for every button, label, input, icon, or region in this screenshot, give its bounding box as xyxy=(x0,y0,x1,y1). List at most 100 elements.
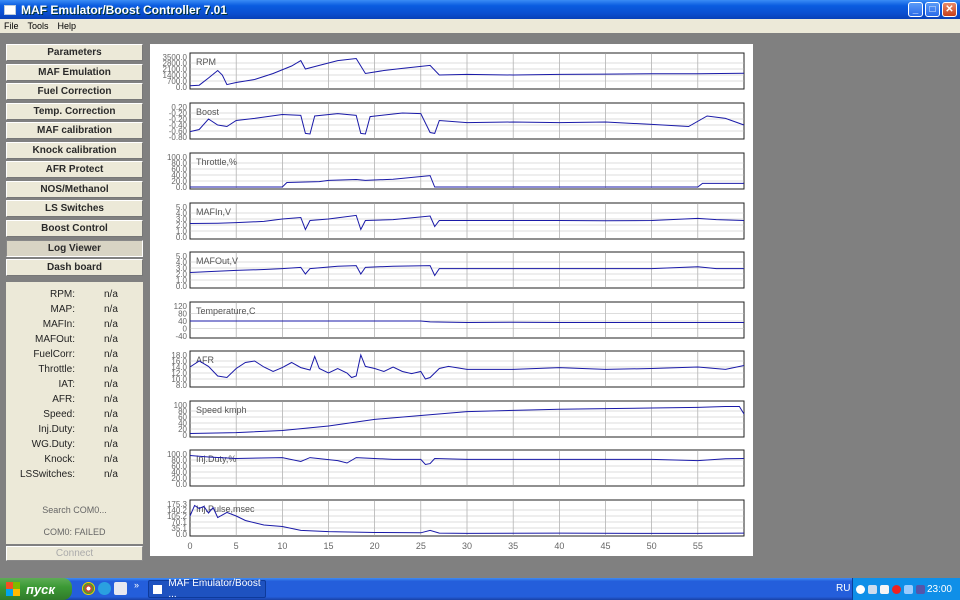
minimize-button[interactable]: _ xyxy=(908,2,923,17)
connect-button[interactable]: Connect xyxy=(6,546,143,561)
status-value: n/a xyxy=(104,289,118,300)
status-row: IAT: n/a xyxy=(6,379,143,393)
x-tick-label: 35 xyxy=(508,541,518,551)
telegram-icon[interactable] xyxy=(98,582,111,595)
status-row: MAFIn: n/a xyxy=(6,319,143,333)
status-value: n/a xyxy=(104,454,118,465)
nav-nos-methanol-button[interactable]: NOS/Methanol xyxy=(6,181,143,198)
status-panel: RPM: n/a MAP: n/a MAFIn: n/a MAFOut: n/a Fue… xyxy=(6,282,143,544)
x-tick-label: 20 xyxy=(370,541,380,551)
y-tick-label: 0.0 xyxy=(176,83,188,92)
log-plot-0: 3500.02800.02100.01400.0700.00.0RPM xyxy=(163,52,745,92)
status-label: Knock: xyxy=(44,454,75,465)
language-indicator[interactable]: RU xyxy=(836,578,850,600)
plot-label: Temperature,C xyxy=(196,306,256,316)
status-label: FuelCorr: xyxy=(33,349,75,360)
status-label: Speed: xyxy=(43,409,75,420)
status-row: MAFOut: n/a xyxy=(6,334,143,348)
search-com-text: Search COM0... xyxy=(42,505,107,515)
status-row: Knock: n/a xyxy=(6,454,143,468)
nav-dash-board-button[interactable]: Dash board xyxy=(6,259,143,276)
plot-label: MAFIn,V xyxy=(196,207,231,217)
nav-maf-emulation-button[interactable]: MAF Emulation xyxy=(6,64,143,81)
status-row: FuelCorr: n/a xyxy=(6,349,143,363)
start-button[interactable]: пуск xyxy=(0,578,72,600)
log-chart-panel[interactable]: 3500.0 2800.0 2100.0 1400.0 700.0 0.0 RPM 0.20-… xyxy=(150,44,753,556)
status-label: MAFIn: xyxy=(42,319,75,330)
antivirus-icon[interactable] xyxy=(892,584,901,594)
nav-log-viewer-button[interactable]: Log Viewer xyxy=(6,240,143,257)
x-tick-label: 5 xyxy=(234,541,239,551)
network-icon[interactable] xyxy=(868,584,877,594)
plot-label: Inj.Duty,% xyxy=(196,454,236,464)
nav-ls-switches-button[interactable]: LS Switches xyxy=(6,200,143,217)
com-status-text: COM0: FAILED xyxy=(43,527,106,537)
status-row: MAP: n/a xyxy=(6,304,143,318)
y-tick-label: -40 xyxy=(175,332,187,341)
quicklaunch-icon[interactable] xyxy=(114,582,127,595)
status-row: Inj.Duty: n/a xyxy=(6,424,143,438)
y-tick-label: 8.0 xyxy=(176,381,188,390)
plot-label: Boost xyxy=(196,107,220,117)
plot-label: AFR xyxy=(196,355,215,365)
status-value: n/a xyxy=(104,379,118,390)
tray-back-icon[interactable] xyxy=(856,584,865,594)
menu-help[interactable]: Help xyxy=(54,21,82,31)
taskbar-item-label: MAF Emulator/Boost ... xyxy=(168,578,261,600)
volume-icon[interactable] xyxy=(880,584,889,594)
nav-afr-protect-button[interactable]: AFR Protect xyxy=(6,161,143,178)
taskbar-item-maf-emulator[interactable]: MAF Emulator/Boost ... xyxy=(148,578,266,600)
menu-file[interactable]: File xyxy=(0,21,24,31)
x-tick-label: 30 xyxy=(462,541,472,551)
log-plot-2: 100.080.060.040.020.00.0Throttle,% xyxy=(167,152,745,192)
y-tick-label: 0 xyxy=(183,431,188,440)
log-plot-8: 100.080.060.040.020.00.0Inj.Duty,% xyxy=(167,449,745,489)
plot-label: Speed kmph xyxy=(196,405,247,415)
menu-bar: File Tools Help xyxy=(0,19,960,33)
nav-knock-calibration-button[interactable]: Knock calibration xyxy=(6,142,143,159)
windows-logo-icon xyxy=(6,582,20,596)
close-button[interactable]: ✕ xyxy=(942,2,957,17)
plot-label: Throttle,% xyxy=(196,157,237,167)
status-label: MAFOut: xyxy=(34,334,75,345)
chrome-icon[interactable] xyxy=(82,582,95,595)
status-value: n/a xyxy=(104,304,118,315)
quicklaunch-expand-icon[interactable]: » xyxy=(134,580,139,590)
plot-label: Inj.Pulse,msec xyxy=(196,504,255,514)
status-row: RPM: n/a xyxy=(6,289,143,303)
taskbar: пуск » MAF Emulator/Boost ... RU 23:00 xyxy=(0,578,960,600)
plot-label: MAFOut,V xyxy=(196,256,238,266)
status-row: WG.Duty: n/a xyxy=(6,439,143,453)
status-value: n/a xyxy=(104,334,118,345)
log-plot-4: 5.04.03.02.01.00.0MAFOut,V xyxy=(176,251,745,291)
status-row: AFR: n/a xyxy=(6,394,143,408)
status-value: n/a xyxy=(104,394,118,405)
x-tick-label: 50 xyxy=(647,541,657,551)
status-label: WG.Duty: xyxy=(31,439,75,450)
x-tick-label: 40 xyxy=(554,541,564,551)
battery-icon[interactable] xyxy=(916,584,925,594)
tray-app-icon[interactable] xyxy=(904,584,913,594)
x-tick-label: 55 xyxy=(693,541,703,551)
y-tick-label: 0.0 xyxy=(176,480,188,489)
status-row: LSSwitches: n/a xyxy=(6,469,143,483)
nav-parameters-button[interactable]: Parameters xyxy=(6,44,143,61)
nav-fuel-correction-button[interactable]: Fuel Correction xyxy=(6,83,143,100)
menu-tools[interactable]: Tools xyxy=(24,21,54,31)
maximize-button[interactable]: □ xyxy=(925,2,940,17)
log-plot-5: 12080400-40Temperature,C xyxy=(174,301,745,341)
status-value: n/a xyxy=(104,439,118,450)
y-tick-label: 0.0 xyxy=(176,233,188,242)
left-panel: Parameters MAF Emulation Fuel Correction… xyxy=(6,44,143,561)
title-bar: MAF Emulator/Boost Controller 7.01 xyxy=(0,0,960,19)
status-label: IAT: xyxy=(58,379,75,390)
nav-maf-calibration-button[interactable]: MAF calibration xyxy=(6,122,143,139)
log-plot-6: 18.016.014.012.010.08.0AFR xyxy=(171,350,745,390)
status-label: Inj.Duty: xyxy=(38,424,75,435)
nav-temp-correction-button[interactable]: Temp. Correction xyxy=(6,103,143,120)
nav-boost-control-button[interactable]: Boost Control xyxy=(6,220,143,237)
status-row: Throttle: n/a xyxy=(6,364,143,378)
status-label: RPM: xyxy=(50,289,75,300)
log-plot-1: 0.20-0.20-0.20-0.40-0.60-0.80Boost xyxy=(169,102,745,142)
status-label: LSSwitches: xyxy=(19,469,75,480)
